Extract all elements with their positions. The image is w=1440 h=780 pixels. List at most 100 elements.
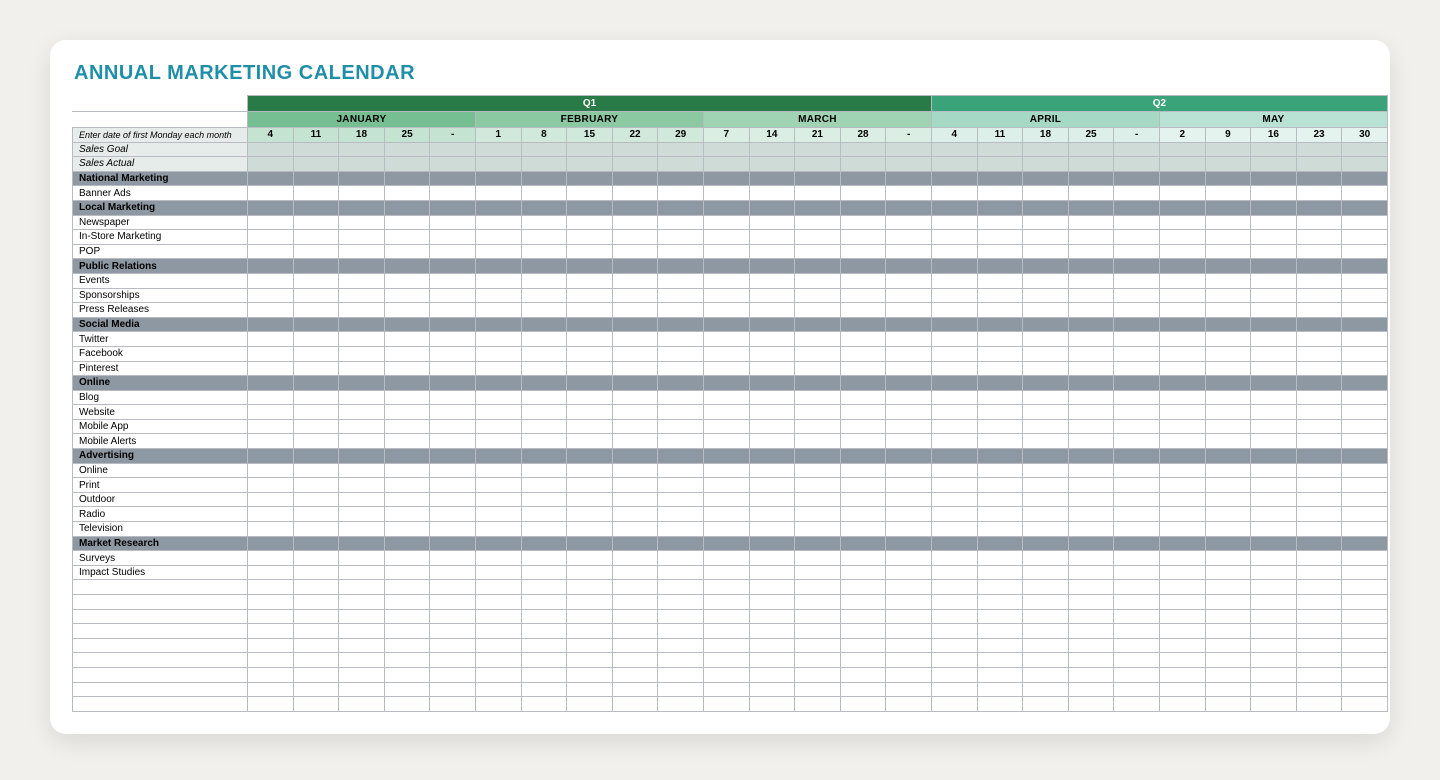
- calendar-cell[interactable]: [384, 595, 430, 610]
- calendar-cell[interactable]: [567, 259, 613, 274]
- calendar-cell[interactable]: [1296, 449, 1342, 464]
- calendar-cell[interactable]: [658, 492, 704, 507]
- calendar-cell[interactable]: [248, 492, 294, 507]
- calendar-cell[interactable]: [1342, 682, 1388, 697]
- calendar-cell[interactable]: [795, 317, 841, 332]
- calendar-cell[interactable]: [339, 390, 385, 405]
- calendar-cell[interactable]: [475, 609, 521, 624]
- calendar-cell[interactable]: [1342, 653, 1388, 668]
- calendar-cell[interactable]: [612, 536, 658, 551]
- calendar-cell[interactable]: [977, 565, 1023, 580]
- calendar-cell[interactable]: [430, 376, 476, 391]
- calendar-cell[interactable]: [1114, 595, 1160, 610]
- calendar-cell[interactable]: [339, 157, 385, 172]
- calendar-cell[interactable]: [521, 200, 567, 215]
- calendar-cell[interactable]: [658, 595, 704, 610]
- calendar-cell[interactable]: [1068, 288, 1114, 303]
- calendar-cell[interactable]: [1251, 536, 1297, 551]
- calendar-cell[interactable]: [658, 434, 704, 449]
- calendar-cell[interactable]: [1114, 171, 1160, 186]
- calendar-cell[interactable]: [567, 361, 613, 376]
- calendar-cell[interactable]: [840, 434, 886, 449]
- calendar-cell[interactable]: [658, 419, 704, 434]
- calendar-cell[interactable]: [1205, 361, 1251, 376]
- calendar-cell[interactable]: [1159, 697, 1205, 712]
- calendar-cell[interactable]: [475, 186, 521, 201]
- calendar-cell[interactable]: [840, 463, 886, 478]
- calendar-cell[interactable]: [1205, 697, 1251, 712]
- calendar-cell[interactable]: [886, 273, 932, 288]
- calendar-cell[interactable]: [1205, 551, 1251, 566]
- week-date[interactable]: 11: [977, 128, 1023, 143]
- calendar-cell[interactable]: [430, 171, 476, 186]
- calendar-cell[interactable]: [1023, 303, 1069, 318]
- calendar-cell[interactable]: [1114, 536, 1160, 551]
- calendar-cell[interactable]: [703, 405, 749, 420]
- calendar-cell[interactable]: [567, 667, 613, 682]
- calendar-cell[interactable]: [1342, 273, 1388, 288]
- calendar-cell[interactable]: [384, 522, 430, 537]
- calendar-cell[interactable]: [1114, 230, 1160, 245]
- calendar-cell[interactable]: [339, 419, 385, 434]
- calendar-cell[interactable]: [1114, 405, 1160, 420]
- calendar-cell[interactable]: [931, 434, 977, 449]
- calendar-cell[interactable]: [931, 507, 977, 522]
- calendar-cell[interactable]: [1114, 303, 1160, 318]
- calendar-cell[interactable]: [612, 317, 658, 332]
- calendar-cell[interactable]: [1251, 200, 1297, 215]
- calendar-cell[interactable]: [1251, 609, 1297, 624]
- calendar-cell[interactable]: [339, 171, 385, 186]
- calendar-cell[interactable]: [703, 186, 749, 201]
- calendar-cell[interactable]: [430, 390, 476, 405]
- calendar-cell[interactable]: [1068, 551, 1114, 566]
- calendar-cell[interactable]: [612, 522, 658, 537]
- week-date[interactable]: 1: [475, 128, 521, 143]
- calendar-cell[interactable]: [886, 405, 932, 420]
- calendar-cell[interactable]: [567, 303, 613, 318]
- calendar-cell[interactable]: [612, 697, 658, 712]
- calendar-cell[interactable]: [475, 565, 521, 580]
- calendar-cell[interactable]: [567, 463, 613, 478]
- calendar-cell[interactable]: [248, 346, 294, 361]
- calendar-cell[interactable]: [248, 463, 294, 478]
- calendar-cell[interactable]: [430, 259, 476, 274]
- calendar-cell[interactable]: [840, 638, 886, 653]
- calendar-cell[interactable]: [931, 463, 977, 478]
- calendar-cell[interactable]: [1068, 317, 1114, 332]
- calendar-cell[interactable]: [475, 551, 521, 566]
- calendar-cell[interactable]: [1023, 536, 1069, 551]
- calendar-cell[interactable]: [703, 638, 749, 653]
- week-date[interactable]: 4: [931, 128, 977, 143]
- calendar-cell[interactable]: [658, 200, 704, 215]
- calendar-cell[interactable]: [1251, 624, 1297, 639]
- calendar-cell[interactable]: [248, 507, 294, 522]
- calendar-cell[interactable]: [293, 667, 339, 682]
- calendar-cell[interactable]: [567, 332, 613, 347]
- calendar-cell[interactable]: [1296, 259, 1342, 274]
- calendar-cell[interactable]: [1114, 288, 1160, 303]
- calendar-cell[interactable]: [521, 697, 567, 712]
- calendar-cell[interactable]: [749, 653, 795, 668]
- calendar-cell[interactable]: [430, 157, 476, 172]
- calendar-cell[interactable]: [248, 609, 294, 624]
- calendar-cell[interactable]: [521, 273, 567, 288]
- calendar-cell[interactable]: [248, 624, 294, 639]
- calendar-cell[interactable]: [384, 346, 430, 361]
- calendar-cell[interactable]: [840, 595, 886, 610]
- calendar-cell[interactable]: [886, 259, 932, 274]
- calendar-cell[interactable]: [1159, 303, 1205, 318]
- calendar-cell[interactable]: [339, 215, 385, 230]
- calendar-cell[interactable]: [521, 346, 567, 361]
- calendar-cell[interactable]: [475, 463, 521, 478]
- calendar-cell[interactable]: [521, 186, 567, 201]
- calendar-cell[interactable]: [1068, 230, 1114, 245]
- calendar-cell[interactable]: [430, 667, 476, 682]
- calendar-cell[interactable]: [840, 405, 886, 420]
- calendar-cell[interactable]: [384, 376, 430, 391]
- calendar-cell[interactable]: [1342, 376, 1388, 391]
- calendar-cell[interactable]: [840, 230, 886, 245]
- calendar-cell[interactable]: [430, 200, 476, 215]
- calendar-cell[interactable]: [703, 273, 749, 288]
- calendar-cell[interactable]: [795, 259, 841, 274]
- calendar-cell[interactable]: [1296, 157, 1342, 172]
